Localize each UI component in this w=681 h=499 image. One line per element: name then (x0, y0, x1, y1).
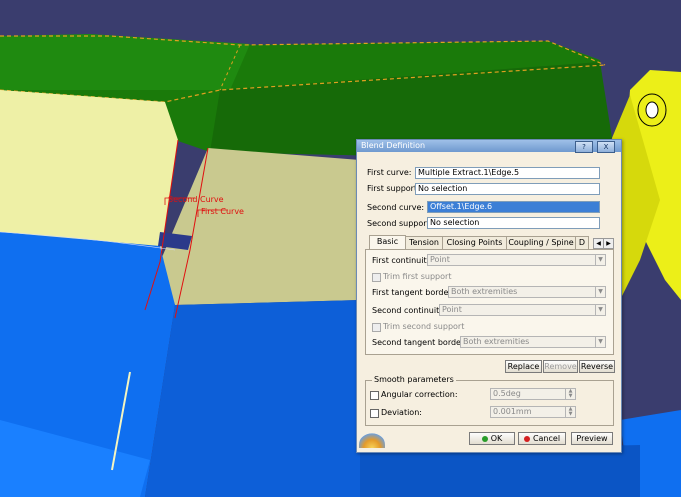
cancel-button[interactable]: Cancel (518, 432, 566, 445)
second-tangent-borders-label: Second tangent borders: (372, 338, 472, 347)
ok-icon (481, 435, 488, 442)
tab-tension[interactable]: Tension (405, 236, 443, 249)
dialog-title: Blend Definition (361, 141, 426, 150)
replace-button[interactable]: Replace (505, 360, 542, 373)
second-support-label: Second support: (367, 219, 433, 228)
trim-second-support-label: Trim second support (383, 322, 465, 331)
ok-button[interactable]: OK (469, 432, 515, 445)
dropdown-arrow-icon: ▼ (595, 305, 605, 315)
help-button[interactable]: ? (575, 141, 593, 153)
blend-definition-dialog: Blend Definition ? X First curve: Multip… (356, 139, 622, 453)
cancel-label: Cancel (532, 434, 561, 443)
first-curve-label: First curve: (367, 168, 412, 177)
dropdown-arrow-icon: ▼ (595, 287, 605, 297)
smooth-parameters-legend: Smooth parameters (372, 375, 456, 384)
trim-first-support-label: Trim first support (383, 272, 452, 281)
first-continuity-value: Point (430, 255, 450, 264)
tab-coupling-spine[interactable]: Coupling / Spine (506, 236, 576, 249)
tab-d[interactable]: D (575, 236, 589, 249)
second-tangent-borders-value: Both extremities (463, 337, 530, 346)
deviation-label: Deviation: (381, 408, 422, 417)
dropdown-arrow-icon: ▼ (595, 255, 605, 265)
first-curve-field[interactable]: Multiple Extract.1\Edge.5 (415, 167, 600, 179)
catia-logo (359, 432, 385, 448)
first-continuity-combo: Point ▼ (427, 254, 606, 266)
trim-second-support-checkbox (372, 323, 381, 332)
reverse-button[interactable]: Reverse (579, 360, 615, 373)
first-tangent-borders-value: Both extremities (451, 287, 518, 296)
angular-correction-value: 0.5deg (493, 389, 521, 398)
deviation-spinner: 0.001mm ▲ ▼ (490, 406, 576, 418)
first-support-label: First support: (367, 184, 420, 193)
basic-tab-panel: First continuity: Point ▼ Trim first supp… (365, 249, 614, 355)
second-continuity-combo: Point ▼ (439, 304, 606, 316)
close-button[interactable]: X (597, 141, 615, 153)
angular-correction-label: Angular correction: (381, 390, 458, 399)
deviation-checkbox[interactable] (370, 409, 379, 418)
first-tangent-borders-label: First tangent borders: (372, 288, 459, 297)
spinner-arrows-icon: ▲ ▼ (565, 407, 575, 417)
preview-button[interactable]: Preview (571, 432, 613, 445)
second-continuity-label: Second continuity: (372, 306, 447, 315)
tab-basic[interactable]: Basic (369, 235, 406, 250)
second-curve-annotation: Second Curve (168, 195, 224, 204)
second-continuity-value: Point (442, 305, 462, 314)
second-support-field[interactable]: No selection (427, 217, 600, 229)
first-continuity-label: First continuity: (372, 256, 434, 265)
smooth-parameters-group: Smooth parameters Angular correction: 0.… (365, 375, 614, 426)
cancel-icon (523, 435, 530, 442)
second-curve-field[interactable]: Offset.1\Edge.6 (427, 201, 600, 213)
remove-button: Remove (543, 360, 578, 373)
second-tangent-borders-combo: Both extremities ▼ (460, 336, 606, 348)
spinner-arrows-icon: ▲ ▼ (565, 389, 575, 399)
first-tangent-borders-combo: Both extremities ▼ (448, 286, 606, 298)
trim-first-support-checkbox (372, 273, 381, 282)
ok-label: OK (490, 434, 503, 443)
first-curve-annotation: First Curve (201, 207, 244, 216)
tab-scroll-right-icon[interactable]: ▶ (603, 238, 614, 249)
angular-correction-checkbox[interactable] (370, 391, 379, 400)
first-support-field[interactable]: No selection (415, 183, 600, 195)
deviation-value: 0.001mm (493, 407, 532, 416)
angular-correction-spinner: 0.5deg ▲ ▼ (490, 388, 576, 400)
tab-closing-points[interactable]: Closing Points (442, 236, 507, 249)
dropdown-arrow-icon: ▼ (595, 337, 605, 347)
dialog-titlebar[interactable]: Blend Definition ? X (357, 140, 621, 153)
second-curve-label: Second curve: (367, 203, 425, 212)
